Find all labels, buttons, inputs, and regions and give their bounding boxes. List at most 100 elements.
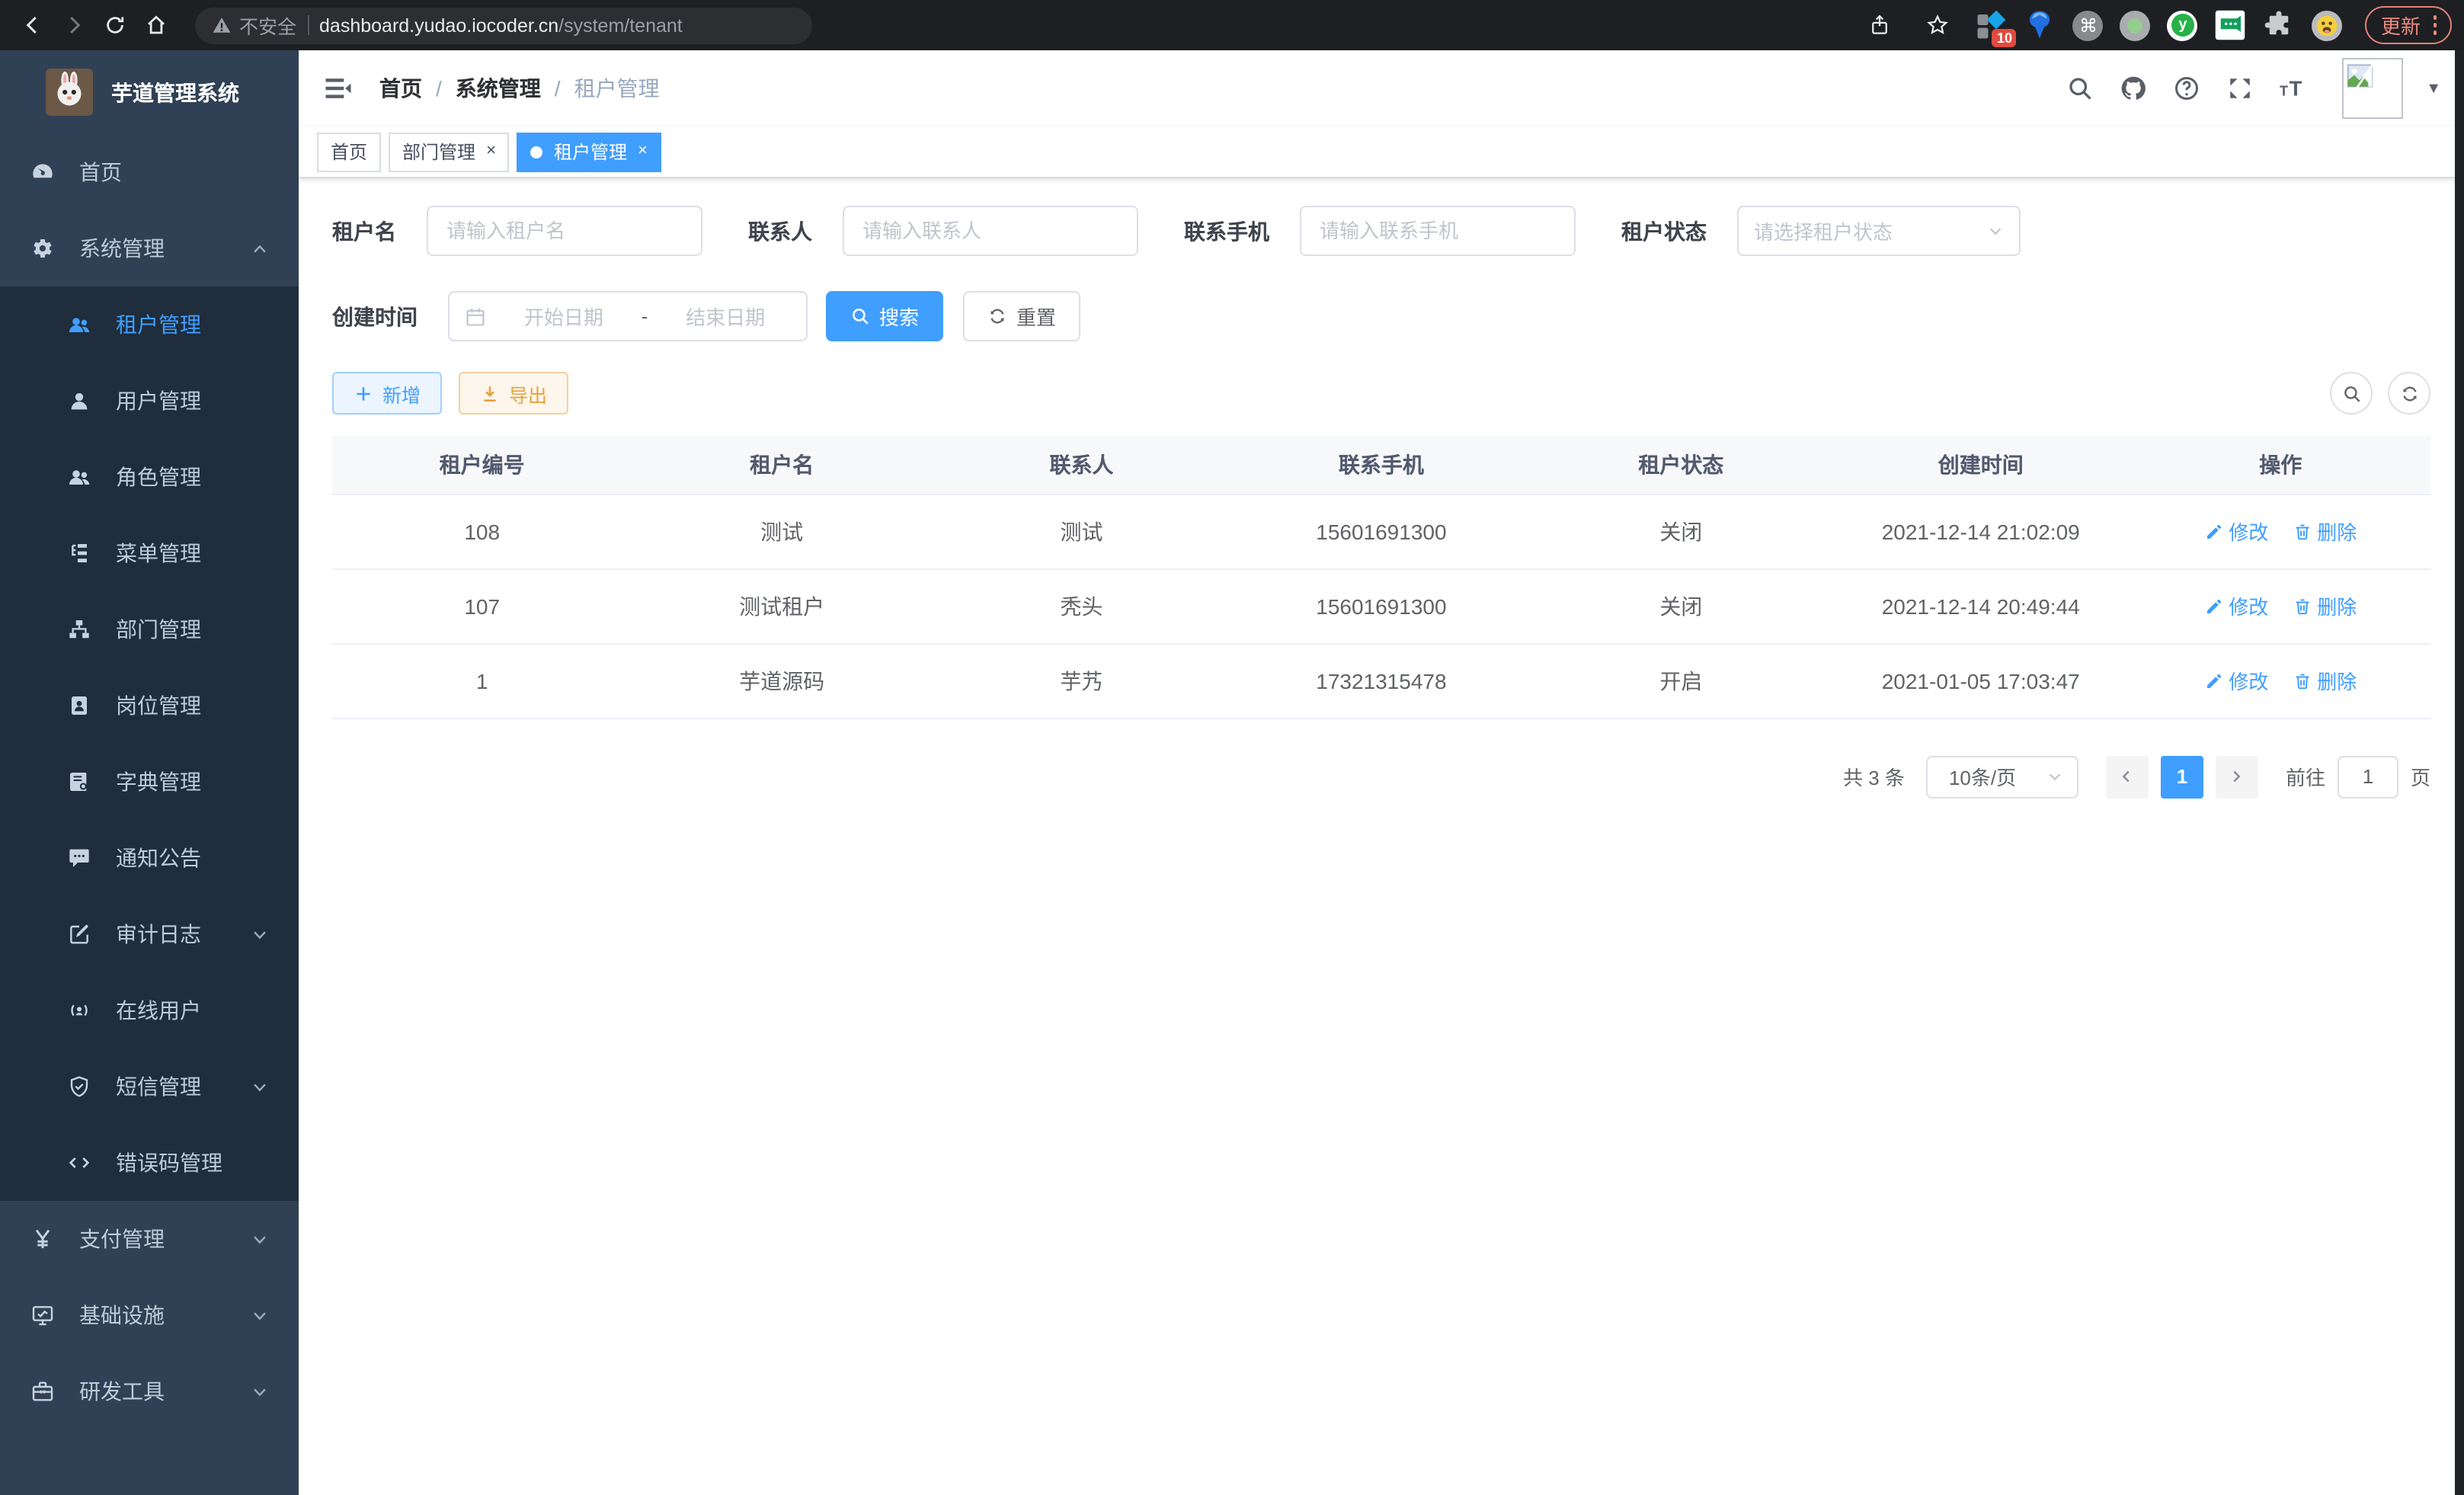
browser-back-button[interactable]	[12, 5, 53, 46]
extension-balloon-icon[interactable]	[2024, 9, 2056, 41]
url-host: dashboard.yudao.iocoder.cn	[319, 14, 558, 36]
sidebar-item-12[interactable]: 短信管理	[0, 1048, 299, 1125]
sidebar-item-4[interactable]: 角色管理	[0, 439, 299, 515]
close-icon[interactable]: ×	[638, 143, 648, 160]
table-cell: 108	[332, 494, 632, 568]
add-button[interactable]: 新增	[332, 372, 442, 415]
export-button[interactable]: 导出	[459, 372, 568, 415]
user-avatar[interactable]	[2342, 58, 2403, 119]
browser-update-button[interactable]: 更新	[2366, 6, 2452, 44]
breadcrumb-item-2[interactable]: 租户管理	[574, 73, 660, 104]
breadcrumb-item-1[interactable]: 系统管理	[456, 73, 541, 104]
search-icon	[850, 306, 870, 326]
sidebar-item-3[interactable]: 用户管理	[0, 363, 299, 439]
contact-input[interactable]	[843, 206, 1138, 256]
refresh-table-button[interactable]	[2388, 372, 2430, 415]
tenant-name-input[interactable]	[427, 206, 702, 256]
window-scrollbar-edge	[2455, 50, 2464, 1495]
extension-chat-icon[interactable]	[2215, 9, 2247, 41]
sidebar-item-13[interactable]: 错误码管理	[0, 1125, 299, 1201]
github-icon[interactable]	[2120, 75, 2147, 102]
search-button[interactable]: 搜索	[826, 291, 943, 341]
sidebar-item-14[interactable]: 支付管理	[0, 1201, 299, 1277]
tab-1[interactable]: 部门管理×	[389, 132, 510, 171]
avatar-dropdown-caret-icon[interactable]: ▼	[2426, 80, 2441, 97]
sidebar-item-0[interactable]: 首页	[0, 134, 299, 210]
status-select[interactable]: 请选择租户状态	[1737, 206, 2021, 256]
sidebar-item-5[interactable]: 菜单管理	[0, 515, 299, 591]
extensions-puzzle-icon[interactable]	[2264, 9, 2296, 41]
tenant-name-label: 租户名	[332, 216, 396, 246]
page-number-button[interactable]: 1	[2161, 755, 2203, 798]
tab-2[interactable]: 租户管理×	[517, 132, 661, 171]
page-size-select[interactable]: 10条/页	[1926, 755, 2078, 798]
sidebar-item-label: 首页	[79, 157, 122, 187]
refresh-icon	[987, 306, 1007, 326]
sidebar-item-8[interactable]: 字典管理	[0, 744, 299, 820]
bookmark-star-icon[interactable]	[1918, 5, 1959, 46]
edit-link[interactable]: 修改	[2204, 666, 2268, 695]
extension-y-icon[interactable]: y	[2168, 10, 2198, 40]
browser-forward-button[interactable]	[53, 5, 94, 46]
mobile-input[interactable]	[1300, 206, 1576, 256]
mobile-label: 联系手机	[1184, 216, 1269, 246]
show-search-toggle-button[interactable]	[2330, 372, 2373, 415]
sidebar-item-2[interactable]: 租户管理	[0, 287, 299, 363]
table-cell: 2021-12-14 21:02:09	[1831, 494, 2130, 568]
error-code-icon	[67, 1151, 91, 1175]
sidebar-item-7[interactable]: 岗位管理	[0, 667, 299, 744]
tenant-users-icon	[67, 312, 91, 337]
add-button-label: 新增	[382, 379, 421, 408]
sidebar-item-16[interactable]: 研发工具	[0, 1353, 299, 1429]
profile-emoji-icon[interactable]	[2312, 10, 2343, 40]
sidebar-item-label: 研发工具	[79, 1376, 165, 1407]
address-bar[interactable]: 不安全 dashboard.yudao.iocoder.cn/system/te…	[195, 7, 812, 43]
sidebar-collapse-icon[interactable]	[322, 72, 355, 105]
next-page-button[interactable]	[2216, 755, 2258, 798]
extension-command-icon[interactable]: ⌘	[2073, 10, 2104, 40]
table-column-header-0: 租户编号	[332, 436, 632, 494]
sidebar-item-11[interactable]: 在线用户	[0, 972, 299, 1048]
security-warning[interactable]: 不安全	[212, 11, 296, 40]
breadcrumb-item-0[interactable]: 首页	[379, 73, 422, 104]
url-text[interactable]: dashboard.yudao.iocoder.cn/system/tenant	[319, 14, 683, 36]
tab-0[interactable]: 首页	[317, 132, 381, 171]
sidebar-item-1[interactable]: 系统管理	[0, 210, 299, 287]
browser-home-button[interactable]	[136, 5, 177, 46]
fullscreen-icon[interactable]	[2226, 75, 2254, 102]
prev-page-button[interactable]	[2106, 755, 2149, 798]
header-search-icon[interactable]	[2066, 75, 2094, 102]
app-logo-row[interactable]: 芋道管理系统	[0, 50, 299, 134]
sidebar-item-6[interactable]: 部门管理	[0, 591, 299, 667]
search-icon	[2341, 383, 2361, 403]
edit-link[interactable]: 修改	[2204, 591, 2268, 620]
goto-page-input[interactable]	[2338, 755, 2398, 798]
share-icon[interactable]	[1860, 5, 1901, 46]
extension-grid-icon[interactable]: 10	[1976, 9, 2008, 41]
sidebar-item-label: 角色管理	[116, 462, 201, 492]
browser-menu-icon[interactable]	[2433, 16, 2437, 35]
close-icon[interactable]: ×	[486, 143, 496, 160]
browser-toolbar: 不安全 dashboard.yudao.iocoder.cn/system/te…	[0, 0, 2464, 50]
breadcrumb: 首页/系统管理/租户管理	[379, 73, 660, 104]
table-column-header-1: 租户名	[632, 436, 931, 494]
table-cell: 关闭	[1531, 494, 1831, 568]
delete-link[interactable]: 删除	[2293, 666, 2357, 695]
font-size-icon[interactable]: TT	[2280, 75, 2316, 102]
sidebar-item-label: 短信管理	[116, 1071, 201, 1102]
delete-link[interactable]: 删除	[2293, 591, 2357, 620]
create-time-range-picker[interactable]: 开始日期 - 结束日期	[448, 291, 808, 341]
date-end-placeholder: 结束日期	[660, 302, 791, 331]
edit-link[interactable]: 修改	[2204, 517, 2268, 546]
reset-button[interactable]: 重置	[963, 291, 1080, 341]
sidebar-item-15[interactable]: 基础设施	[0, 1277, 299, 1353]
browser-reload-button[interactable]	[94, 5, 136, 46]
extension-record-icon[interactable]	[2120, 10, 2151, 40]
table-column-header-4: 租户状态	[1531, 436, 1831, 494]
sidebar-item-label: 在线用户	[116, 995, 201, 1026]
chevron-down-icon	[2046, 768, 2063, 785]
sidebar-item-9[interactable]: 通知公告	[0, 820, 299, 896]
sidebar-item-10[interactable]: 审计日志	[0, 896, 299, 972]
delete-link[interactable]: 删除	[2293, 517, 2357, 546]
help-icon[interactable]	[2173, 75, 2200, 102]
